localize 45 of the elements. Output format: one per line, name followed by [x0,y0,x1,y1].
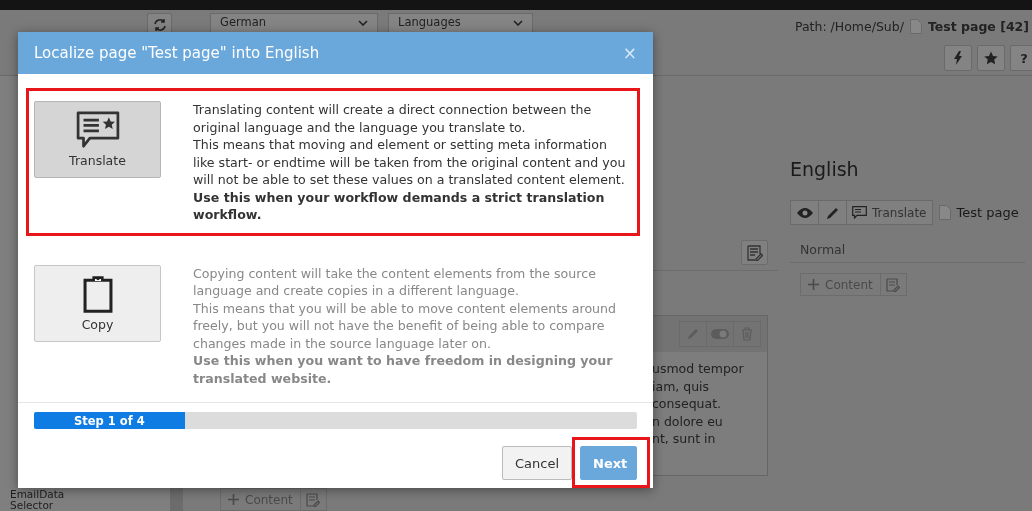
caret-icon [358,20,368,26]
column-heading: Normal [800,242,846,257]
content-text-line: iam, quis [652,377,711,395]
tree-item[interactable]: EmailData [10,489,170,500]
content-text-line: usmod tempor [652,360,745,378]
tree-item[interactable]: Selector [10,500,170,511]
edit-list-icon [746,244,763,261]
toggle-icon [711,329,729,339]
content-text-line: consequat. [652,395,723,413]
paste-button[interactable] [880,273,907,296]
cancel-button[interactable]: Cancel [501,446,572,480]
next-button[interactable]: Next [580,446,637,480]
page-title: Test page [42] [927,19,1029,34]
language-heading: English [790,158,860,180]
page-title: Test page [956,205,1019,220]
eye-icon [796,207,813,218]
description-text: Translating content will create a direct connection between the original language and the language you translate to. [193,101,593,136]
caret-icon [513,20,523,26]
page-icon [938,205,951,220]
content-text-line: n dolore eu [652,412,724,430]
content-text-line: nt, sunt in [652,430,717,448]
bookmark-button[interactable] [977,45,1005,71]
description-text: This means that moving and element or setting meta information like start- or endtime will be taken from the original content and you will not be able to set these values on a translated content element. [193,136,627,189]
lightning-icon [953,51,963,65]
edit-list-icon [886,277,901,292]
description-text: Copying content will take the content elements from the source language and create copies in a different language. [193,264,597,300]
page-icon [909,19,922,34]
recommendation-text: Use this when your workflow demands a strict translation workflow. [193,188,606,224]
progress-fill: Step 1 of 4 [34,412,185,429]
refresh-icon [152,18,167,32]
plus-icon [808,279,819,290]
description-text: This means that you will be able to move content elements around freely, but you will not have the benefit of being able to compare changes made in the source language later on. [193,299,618,352]
clear-cache-button[interactable] [944,45,972,71]
edit-list-icon [306,492,321,507]
copy-button[interactable]: Copy [34,264,161,342]
speech-bubble-icon [852,206,867,219]
edit-column-button[interactable] [741,240,768,265]
path-label: Path: /Home/Sub/ [794,19,904,34]
star-icon [984,51,998,65]
translate-button[interactable]: Translate [34,101,161,178]
recommendation-text: Use this when you want to have freedom in designing your translated website. [193,352,614,387]
plus-icon [228,494,239,505]
pencil-icon [825,205,840,220]
help-button[interactable]: ? [1010,45,1032,71]
dialog-title: Localize page "Test page" into English [34,44,320,62]
